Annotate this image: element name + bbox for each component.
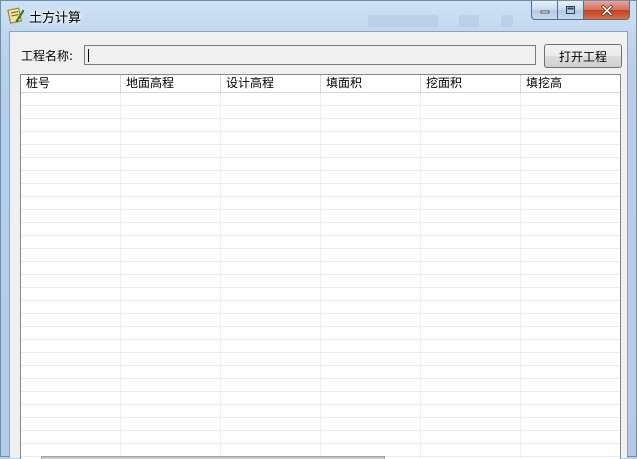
table-header: 桩号 地面高程 设计高程 填面积 挖面积 填挖高 <box>21 75 620 93</box>
column-header-cut-area[interactable]: 挖面积 <box>421 75 521 92</box>
background-artifact <box>459 15 479 27</box>
column-header-design-elevation[interactable]: 设计高程 <box>221 75 321 92</box>
project-name-input[interactable] <box>84 45 536 65</box>
minimize-button[interactable] <box>531 1 558 20</box>
window-frame: 土方计算 工程名称: 打开工程 桩号 地面高程 设计高程 填面积 挖面积 填挖高 <box>0 0 637 459</box>
close-icon <box>601 4 612 16</box>
column-header-fill-area[interactable]: 填面积 <box>321 75 421 92</box>
minimize-icon <box>540 10 549 14</box>
window-controls <box>531 1 630 21</box>
maximize-icon <box>566 6 575 14</box>
window-title: 土方计算 <box>29 11 82 26</box>
background-artifact <box>368 15 438 27</box>
table-body[interactable] <box>21 93 620 459</box>
column-header-station[interactable]: 桩号 <box>21 75 121 92</box>
data-table[interactable]: 桩号 地面高程 设计高程 填面积 挖面积 填挖高 <box>20 74 621 459</box>
column-header-fill-cut-height[interactable]: 填挖高 <box>521 75 620 92</box>
app-icon <box>7 6 25 24</box>
project-name-label: 工程名称: <box>21 49 74 63</box>
background-artifact <box>501 15 513 27</box>
maximize-button[interactable] <box>558 1 584 20</box>
title-bar[interactable]: 土方计算 <box>1 1 637 31</box>
client-area: 工程名称: 打开工程 桩号 地面高程 设计高程 填面积 挖面积 填挖高 <box>9 31 628 459</box>
text-caret <box>88 49 89 62</box>
column-header-ground-elevation[interactable]: 地面高程 <box>121 75 221 92</box>
close-button[interactable] <box>584 1 630 20</box>
open-project-button[interactable]: 打开工程 <box>544 44 622 68</box>
